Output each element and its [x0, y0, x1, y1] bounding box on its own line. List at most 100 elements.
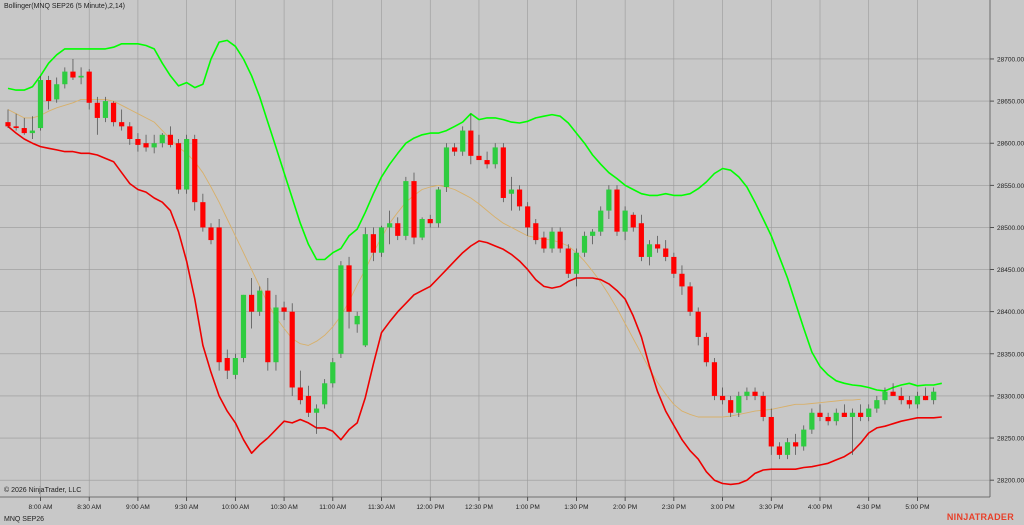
y-tick-label: 28400.00 — [997, 309, 1024, 316]
candle-down — [305, 395, 312, 413]
candle-up — [646, 244, 653, 257]
candle-up — [581, 235, 588, 253]
candle-up — [54, 84, 60, 100]
candle-down — [110, 102, 117, 123]
candle-up — [387, 223, 393, 228]
x-tick-label: 11:30 AM — [368, 504, 395, 511]
candle-down — [200, 202, 206, 228]
candle-down — [70, 71, 76, 78]
y-tick-label: 28250.00 — [997, 436, 1024, 443]
candle-down — [427, 219, 433, 224]
candle-down — [135, 138, 141, 145]
candle-up — [573, 252, 579, 274]
candle-down — [265, 290, 271, 363]
y-tick-label: 28450.00 — [997, 267, 1024, 274]
x-tick-label: 8:30 AM — [77, 504, 101, 511]
candle-down — [719, 395, 726, 401]
candle-up — [378, 227, 385, 253]
candle-up — [322, 383, 328, 405]
candle-down — [86, 71, 92, 103]
candle-down — [249, 294, 255, 312]
candle-down — [703, 336, 709, 363]
candle-up — [159, 134, 165, 144]
chart-area: 28200.00 28250.00 28300.00 28350.00 28400.00… — [0, 0, 1024, 525]
candle-down — [630, 214, 636, 228]
candle-down — [711, 362, 718, 396]
candle-up — [240, 294, 247, 359]
candle-down — [476, 155, 482, 161]
x-tick-label: 10:30 AM — [270, 504, 297, 511]
candle-up — [492, 147, 498, 165]
candle-down — [890, 391, 896, 396]
x-tick-label: 1:00 PM — [516, 504, 540, 511]
candle-down — [94, 102, 100, 118]
candle-down — [167, 134, 173, 145]
candle-down — [5, 122, 11, 127]
candle-up — [549, 231, 555, 249]
x-tick-label: 11:00 AM — [319, 504, 346, 511]
candle-down — [728, 400, 734, 413]
candle-up — [313, 408, 320, 413]
candle-down — [768, 416, 774, 447]
candle-down — [898, 395, 904, 401]
candle-up — [338, 265, 344, 354]
candle-up — [744, 391, 750, 396]
candle-down — [793, 442, 799, 447]
candle-down — [533, 223, 539, 241]
candle-down — [687, 286, 693, 312]
candle-up — [403, 181, 409, 236]
candle-up — [866, 408, 872, 417]
candle-down — [281, 307, 287, 312]
candle-down — [525, 206, 531, 228]
candle-up — [590, 231, 596, 236]
x-tick-label: 5:00 PM — [905, 504, 929, 511]
candle-down — [841, 412, 847, 417]
x-tick-label: 9:00 AM — [126, 504, 150, 511]
candle-down — [21, 128, 27, 134]
candle-up — [833, 412, 839, 422]
candle-up — [273, 307, 279, 363]
x-tick-label: 9:30 AM — [175, 504, 199, 511]
candle-up — [460, 130, 466, 152]
candle-down — [224, 358, 230, 371]
candle-down — [655, 244, 661, 249]
y-tick-label: 28200.00 — [997, 478, 1024, 485]
y-tick-label: 28500.00 — [997, 225, 1024, 232]
candle-down — [289, 311, 295, 388]
candle-up — [330, 362, 336, 384]
candle-up — [914, 395, 921, 405]
candle-up — [606, 189, 612, 211]
candle-down — [671, 256, 677, 274]
candle-down — [143, 143, 149, 148]
candle-down — [411, 181, 417, 238]
candle-up — [151, 143, 157, 148]
candle-down — [776, 446, 782, 455]
candle-up — [354, 315, 360, 325]
candle-down — [663, 248, 669, 257]
candle-down — [565, 248, 571, 274]
brand-logo: NINJATRADER — [946, 512, 1014, 522]
y-tick-label: 28350.00 — [997, 351, 1024, 358]
candle-down — [906, 400, 912, 405]
candle-up — [362, 234, 368, 346]
candle-down — [858, 412, 864, 417]
candle-down — [638, 223, 644, 257]
candle-down — [468, 130, 474, 156]
candle-down — [516, 189, 523, 207]
y-tick-label: 28600.00 — [997, 141, 1024, 148]
candle-up — [882, 391, 888, 401]
x-tick-label: 4:00 PM — [808, 504, 832, 511]
candle-down — [192, 138, 198, 203]
candle-up — [62, 71, 68, 85]
instrument-label: MNQ SEP26 — [4, 516, 45, 523]
candle-up — [784, 442, 791, 455]
x-tick-label: 12:30 PM — [465, 504, 493, 511]
candle-up — [102, 101, 109, 118]
candle-down — [175, 143, 182, 190]
candle-down — [557, 231, 563, 249]
candle-down — [679, 273, 685, 287]
candle-up — [849, 412, 856, 417]
candle-down — [46, 80, 52, 102]
candle-down — [614, 189, 620, 232]
indicator-label: Bollinger(MNQ SEP26 (5 Minute),2,14) — [4, 3, 125, 10]
